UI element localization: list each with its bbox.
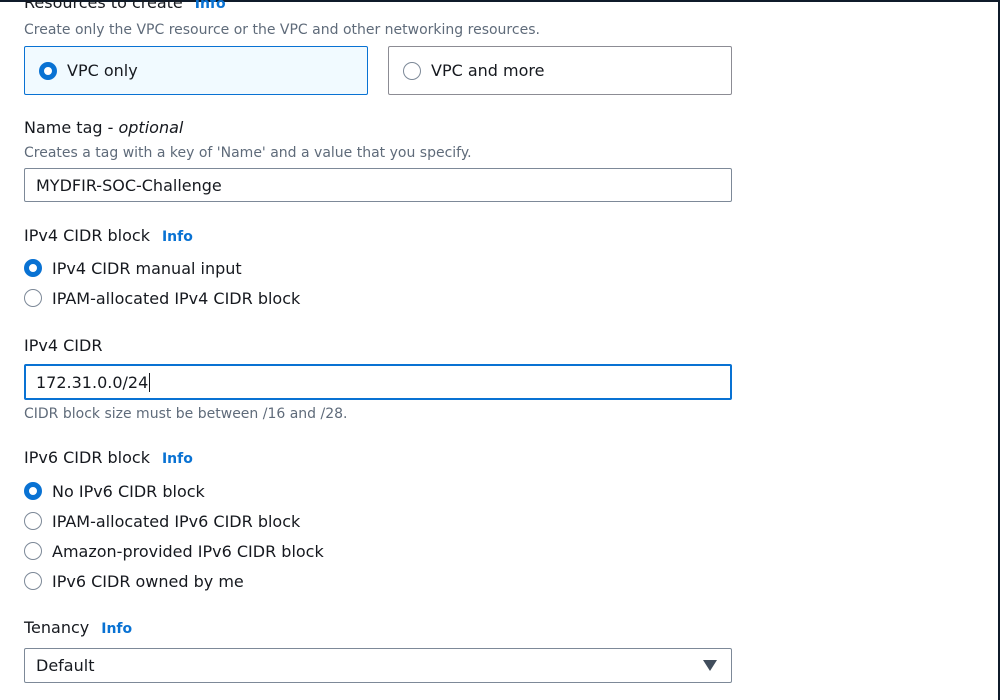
name-tag-description: Creates a tag with a key of 'Name' and a… (24, 145, 472, 161)
radio-ipam-ipv4[interactable] (24, 289, 42, 307)
resources-label: Resources to create (24, 0, 183, 12)
radio-amazon-ipv6-label: Amazon-provided IPv6 CIDR block (52, 541, 324, 561)
resources-label-row: Resources to create Info (24, 0, 226, 12)
radio-ipam-ipv6[interactable] (24, 512, 42, 530)
radio-owned-ipv6[interactable] (24, 572, 42, 590)
ipv6-block-info-link[interactable]: Info (162, 451, 193, 467)
radio-ipam-ipv4-label: IPAM-allocated IPv4 CIDR block (52, 288, 301, 308)
radio-owned-ipv6-label: IPv6 CIDR owned by me (52, 571, 244, 591)
radio-no-ipv6[interactable] (24, 482, 42, 500)
radio-option-amazon-ipv6[interactable]: Amazon-provided IPv6 CIDR block (24, 540, 324, 562)
name-tag-input[interactable]: MYDFIR-SOC-Challenge (24, 168, 732, 202)
name-tag-optional: optional (118, 118, 184, 137)
resources-info-link[interactable]: Info (195, 0, 226, 12)
ipv4-cidr-hint: CIDR block size must be between /16 and … (24, 406, 348, 422)
radio-option-owned-ipv6[interactable]: IPv6 CIDR owned by me (24, 570, 244, 592)
ipv6-block-label: IPv6 CIDR block (24, 448, 150, 467)
name-tag-value: MYDFIR-SOC-Challenge (36, 175, 222, 195)
radio-no-ipv6-label: No IPv6 CIDR block (52, 481, 205, 501)
name-tag-label-row: Name tag - optional (24, 118, 184, 137)
tenancy-select[interactable]: Default (24, 648, 732, 683)
ipv4-cidr-label: IPv4 CIDR (24, 336, 103, 355)
text-caret (149, 372, 151, 392)
ipv4-block-label: IPv4 CIDR block (24, 226, 150, 245)
ipv4-block-info-link[interactable]: Info (162, 229, 193, 245)
tile-vpc-and-more-label: VPC and more (431, 61, 545, 80)
radio-ipv4-manual-label: IPv4 CIDR manual input (52, 258, 242, 278)
tenancy-value: Default (36, 656, 95, 675)
ipv6-block-label-row: IPv6 CIDR block Info (24, 448, 193, 467)
tile-vpc-and-more[interactable]: VPC and more (388, 46, 732, 95)
radio-option-ipam-ipv6[interactable]: IPAM-allocated IPv6 CIDR block (24, 510, 300, 532)
radio-ipam-ipv6-label: IPAM-allocated IPv6 CIDR block (52, 511, 301, 531)
tenancy-label: Tenancy (24, 618, 90, 637)
radio-amazon-ipv6[interactable] (24, 542, 42, 560)
radio-ipv4-manual[interactable] (24, 259, 42, 277)
resources-description: Create only the VPC resource or the VPC … (24, 22, 540, 38)
radio-vpc-only[interactable] (39, 61, 57, 80)
radio-option-ipam-ipv4[interactable]: IPAM-allocated IPv4 CIDR block (24, 287, 300, 309)
ipv4-cidr-input[interactable]: 172.31.0.0/24 (24, 364, 732, 400)
tile-vpc-only[interactable]: VPC only (24, 46, 368, 95)
ipv4-block-label-row: IPv4 CIDR block Info (24, 226, 193, 245)
tile-vpc-only-label: VPC only (67, 61, 138, 80)
ipv4-cidr-value: 172.31.0.0/24 (36, 372, 149, 392)
radio-option-ipv4-manual[interactable]: IPv4 CIDR manual input (24, 257, 242, 279)
create-vpc-form: Resources to create Info Create only the … (0, 0, 1000, 700)
tenancy-label-row: Tenancy Info (24, 618, 132, 637)
radio-vpc-and-more[interactable] (403, 61, 421, 80)
tenancy-info-link[interactable]: Info (101, 621, 132, 637)
radio-option-no-ipv6[interactable]: No IPv6 CIDR block (24, 480, 205, 502)
caret-down-icon (703, 660, 717, 671)
name-tag-label: Name tag (24, 118, 103, 137)
